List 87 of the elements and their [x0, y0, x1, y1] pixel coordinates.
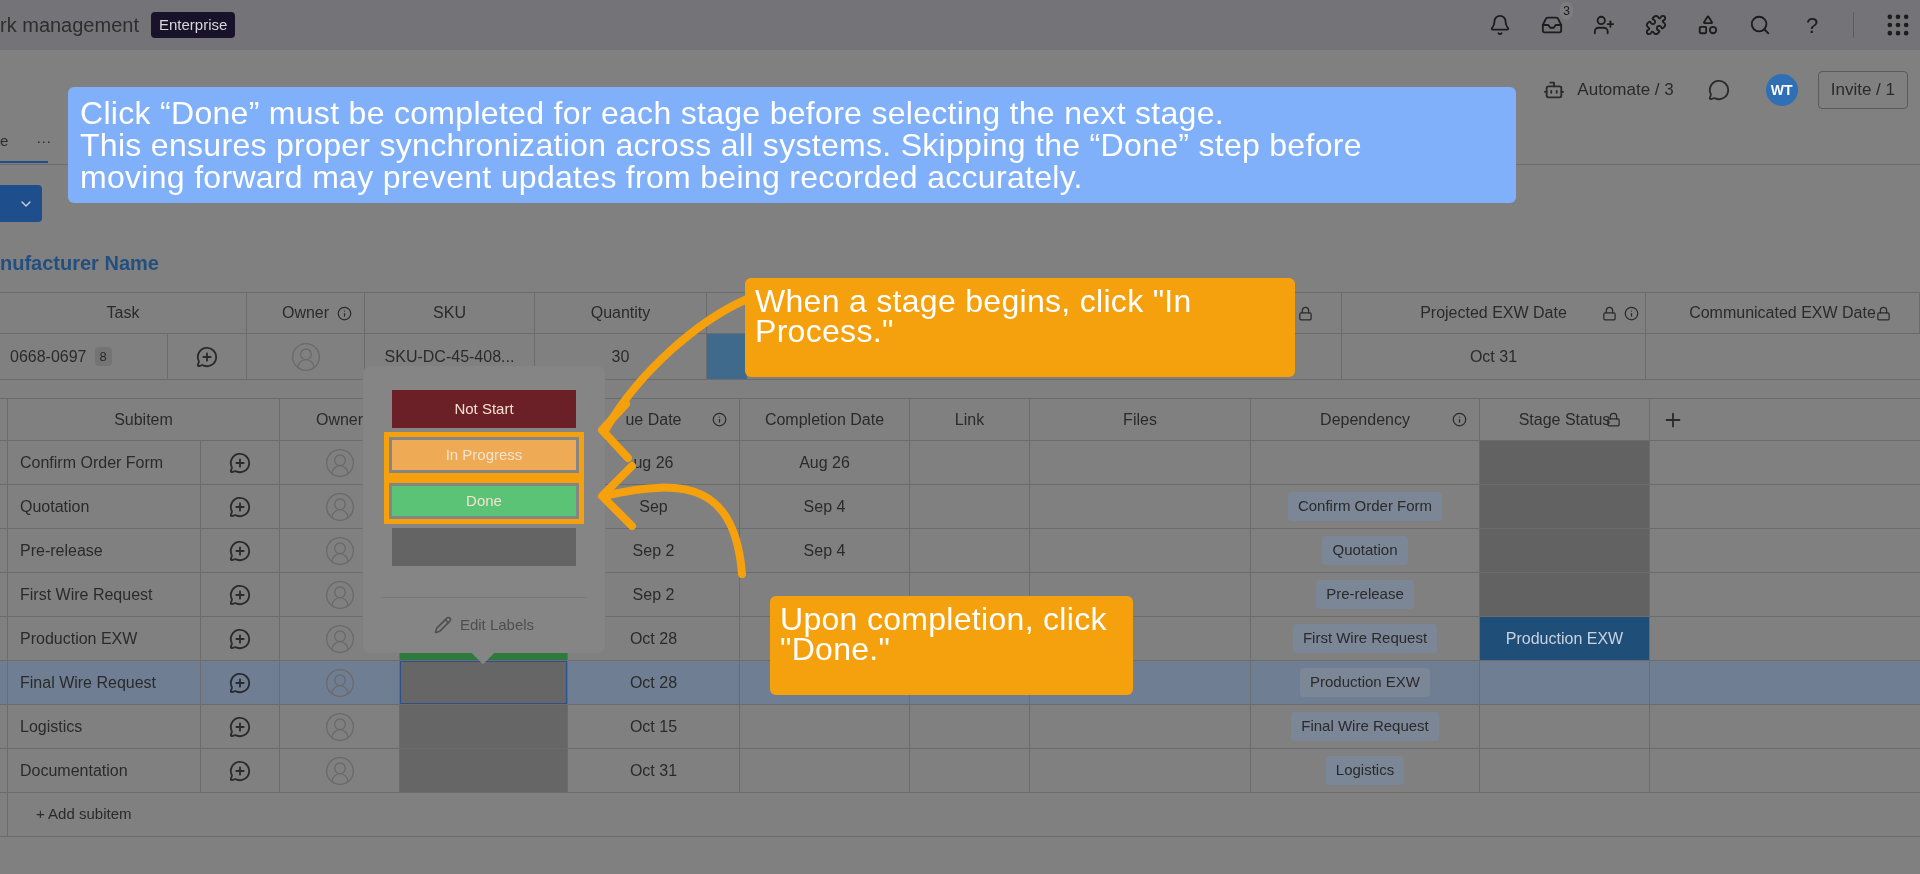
dependency-chip[interactable]: First Wire Request	[1292, 624, 1438, 653]
subitem-name[interactable]: Quotation	[20, 494, 90, 519]
subitem-name[interactable]: Production EXW	[20, 626, 138, 651]
stage-status-cell[interactable]	[1480, 441, 1649, 484]
column-header: Owner	[281, 303, 330, 323]
column-header: SKU	[433, 303, 466, 323]
tip-text: Click “Done” must be completed for each stage before selecting the next stage.	[80, 97, 1225, 129]
robot-icon[interactable]	[1543, 79, 1566, 101]
column-header: Stage Status	[1518, 409, 1611, 430]
add-subitem-link[interactable]: + Add subitem	[36, 803, 132, 826]
inbox-icon[interactable]	[1541, 14, 1563, 36]
stage-status-cell[interactable]	[1480, 529, 1649, 572]
status-cell[interactable]	[707, 334, 747, 379]
product-name: rk management	[0, 13, 139, 38]
column-header: Communicated EXW Date	[1689, 303, 1876, 323]
completion-date: Aug 26	[799, 452, 850, 473]
invite-user-icon[interactable]	[1593, 14, 1615, 36]
subitem-name[interactable]: Documentation	[20, 758, 128, 783]
add-update-icon[interactable]	[229, 539, 251, 562]
dependency-chip[interactable]: Final Wire Request	[1291, 712, 1439, 741]
help-button[interactable]: ?	[1801, 8, 1823, 42]
more-tabs[interactable]: ···	[36, 130, 52, 153]
user-avatar[interactable]: WT	[1765, 74, 1798, 106]
status-cell[interactable]	[400, 749, 567, 792]
status-cell[interactable]	[400, 661, 567, 704]
due-date: ug 26	[633, 452, 674, 473]
due-date: Oct 28	[629, 628, 678, 649]
completion-date: Sep 4	[803, 540, 846, 561]
add-update-icon[interactable]	[229, 715, 251, 738]
due-date: Oct 15	[629, 716, 678, 737]
shapes-icon[interactable]	[1697, 14, 1719, 36]
dependency-chip[interactable]: Confirm Order Form	[1287, 492, 1443, 521]
subitem-name[interactable]: Final Wire Request	[20, 670, 157, 695]
column-header: Dependency	[1320, 409, 1410, 430]
add-update-icon[interactable]	[229, 759, 251, 782]
column-header: Projected EXW Date	[1420, 303, 1567, 323]
table-cell-text: Oct 31	[1469, 346, 1518, 367]
add-update-icon[interactable]	[229, 451, 251, 474]
column-header: Owner	[315, 409, 364, 430]
dependency-chip[interactable]: Production EXW	[1299, 668, 1430, 697]
column-header: Link	[954, 409, 985, 430]
notifications-icon[interactable]	[1489, 14, 1511, 36]
table-cell-text: SKU-DC-45-408...	[384, 346, 515, 367]
stage-status-cell[interactable]	[1480, 573, 1649, 616]
table-cell-text: 30	[611, 346, 630, 367]
due-date: Oct 28	[629, 672, 678, 693]
add-update-icon[interactable]	[229, 627, 251, 650]
automate-link[interactable]: Automate / 3	[1577, 77, 1674, 103]
due-date: Sep	[639, 496, 668, 517]
group-title[interactable]: nufacturer Name	[0, 248, 159, 278]
subitem-row[interactable]: Documentation Oct 31 Logistics	[0, 749, 1920, 793]
subitem-row[interactable]: Logistics Oct 15 Final Wire Request	[0, 705, 1920, 749]
column-header: Task	[106, 303, 140, 323]
column-header: Completion Date	[764, 409, 885, 430]
status-option[interactable]: Not Start	[392, 390, 576, 428]
stage-status-cell[interactable]: Production EXW	[1480, 617, 1649, 660]
dependency-chip[interactable]: Pre-release	[1316, 580, 1414, 609]
plan-badge: Enterprise	[150, 11, 236, 39]
subitem-name[interactable]: First Wire Request	[20, 582, 153, 607]
subitem-name[interactable]: Pre-release	[20, 538, 103, 563]
column-header: ue Date	[625, 409, 682, 430]
due-date: Sep 2	[632, 584, 675, 605]
due-date: Oct 31	[629, 760, 678, 781]
due-date: Sep 2	[632, 540, 675, 561]
chat-icon[interactable]	[1707, 79, 1730, 101]
task-name[interactable]: 0668-0697	[10, 344, 87, 369]
column-header: Subitem	[114, 409, 173, 430]
add-update-icon[interactable]	[229, 495, 251, 518]
dependency-chip[interactable]: Quotation	[1322, 536, 1408, 565]
add-update-icon[interactable]	[229, 583, 251, 606]
invite-button[interactable]: Invite / 1	[1817, 71, 1908, 109]
completion-date: Sep 4	[803, 496, 846, 517]
callout-text: Process."	[755, 316, 894, 346]
subitem-name[interactable]: Logistics	[20, 714, 83, 739]
column-header: Quantity	[590, 303, 651, 323]
subitem-name[interactable]: Confirm Order Form	[20, 450, 164, 475]
add-update-icon[interactable]	[196, 345, 218, 368]
stage-status-cell[interactable]	[1480, 485, 1649, 528]
pencil-icon	[433, 616, 452, 635]
dependency-chip[interactable]: Logistics	[1325, 756, 1405, 785]
search-icon[interactable]	[1749, 14, 1771, 36]
puzzle-icon[interactable]	[1645, 14, 1667, 36]
column-header: Files	[1123, 409, 1157, 430]
status-cell[interactable]	[400, 705, 567, 748]
subitem-count: 8	[94, 346, 112, 367]
add-update-icon[interactable]	[229, 671, 251, 694]
inbox-count: 3	[1560, 2, 1573, 20]
